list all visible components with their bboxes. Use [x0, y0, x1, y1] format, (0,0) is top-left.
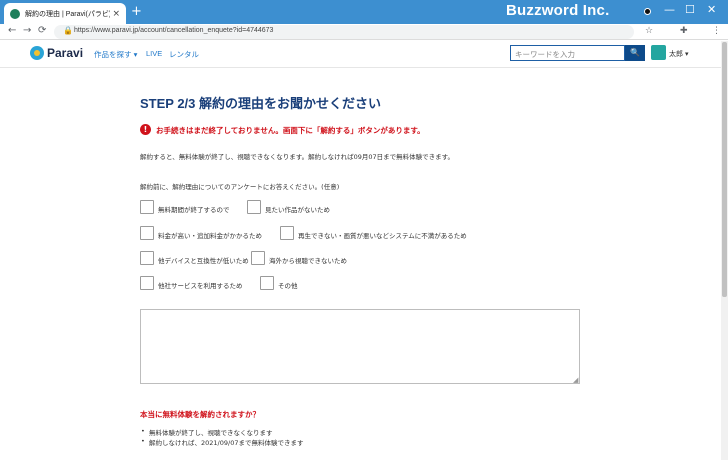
paravi-logo[interactable]: Paravi — [30, 46, 83, 60]
survey-intro: 解約前に、解約理由についてのアンケートにお答えください。(任意) — [140, 183, 340, 191]
option-label: 見たい作品がないため — [265, 206, 330, 214]
warning-icon: ! — [140, 124, 151, 135]
back-button[interactable]: ← — [8, 25, 16, 36]
info-text: 解約すると、無料体験が終了し、視聴できなくなります。解約しなければ09月07日ま… — [140, 153, 454, 161]
maximize-button[interactable]: ☐ — [685, 3, 695, 16]
option-checkbox[interactable] — [260, 276, 274, 290]
brand-watermark: Buzzword Inc. — [506, 2, 610, 19]
browser-profile-icon[interactable] — [644, 8, 651, 15]
close-window-button[interactable]: ✕ — [707, 3, 716, 16]
browser-menu-icon[interactable]: ⋮ — [712, 26, 721, 36]
paravi-favicon-icon — [10, 8, 20, 19]
list-item: 解約しなければ、2021/09/07まで無料体験できます — [141, 437, 303, 447]
page-title: STEP 2/3 解約の理由をお聞かせください — [140, 96, 382, 111]
option-label: 料金が高い・追加料金がかかるため — [158, 232, 262, 240]
option-checkbox[interactable] — [140, 276, 154, 290]
new-tab-button[interactable]: + — [131, 4, 142, 19]
bookmark-star-icon[interactable]: ☆ — [645, 26, 653, 36]
option-checkbox[interactable] — [140, 200, 154, 214]
warning-message: お手続きはまだ終了しておりません。画面下に「解約する」ボタンがあります。 — [156, 126, 425, 135]
logo-text: Paravi — [47, 46, 84, 60]
browser-tab[interactable]: 解約の理由 | Paravi(パラビ)で見る × — [4, 3, 126, 24]
keyword-search-input[interactable]: キーワードを入力 — [510, 45, 625, 61]
avatar[interactable] — [651, 45, 666, 60]
page-scrollbar-thumb[interactable] — [722, 42, 727, 297]
paravi-logo-icon — [30, 46, 44, 60]
minimize-button[interactable]: — — [664, 3, 675, 16]
extensions-icon[interactable]: ✚ — [680, 26, 688, 36]
option-checkbox[interactable] — [247, 200, 261, 214]
reload-button[interactable]: ⟳ — [38, 25, 46, 36]
nav-live[interactable]: LIVE — [146, 49, 162, 58]
option-label: 無料期間が終了するので — [158, 206, 230, 214]
browser-window: 解約の理由 | Paravi(パラビ)で見る × + Buzzword Inc.… — [0, 0, 728, 460]
option-label: 海外から視聴できないため — [269, 257, 347, 265]
nav-browse-titles[interactable]: 作品を探す ▾ — [94, 49, 137, 60]
option-label: その他 — [278, 282, 298, 290]
nav-rental[interactable]: レンタル — [169, 49, 199, 60]
list-item: 無料体験が終了し、視聴できなくなります — [141, 427, 272, 437]
option-label: 他デバイスと互換性が低いため — [158, 257, 249, 265]
option-label: 他社サービスを利用するため — [158, 282, 243, 290]
option-checkbox[interactable] — [251, 251, 265, 265]
url-text[interactable]: https://www.paravi.jp/account/cancellati… — [74, 27, 273, 34]
tab-title: 解約の理由 | Paravi(パラビ)で見る — [25, 10, 110, 18]
resize-handle-icon[interactable]: ◢ — [573, 377, 727, 460]
option-label: 再生できない・画質が悪いなどシステムに不満があるため — [298, 232, 467, 240]
option-checkbox[interactable] — [140, 226, 154, 240]
user-menu[interactable]: 太郎 ▾ — [669, 49, 688, 59]
confirm-heading: 本当に無料体験を解約されますか？ — [140, 410, 260, 419]
option-checkbox[interactable] — [280, 226, 294, 240]
forward-button[interactable]: → — [23, 25, 31, 36]
search-button[interactable]: 🔍 — [625, 45, 645, 61]
option-checkbox[interactable] — [140, 251, 154, 265]
lock-icon[interactable]: 🔒 — [63, 26, 73, 35]
comment-textarea[interactable] — [140, 309, 580, 384]
tab-close-icon[interactable]: × — [112, 9, 120, 19]
